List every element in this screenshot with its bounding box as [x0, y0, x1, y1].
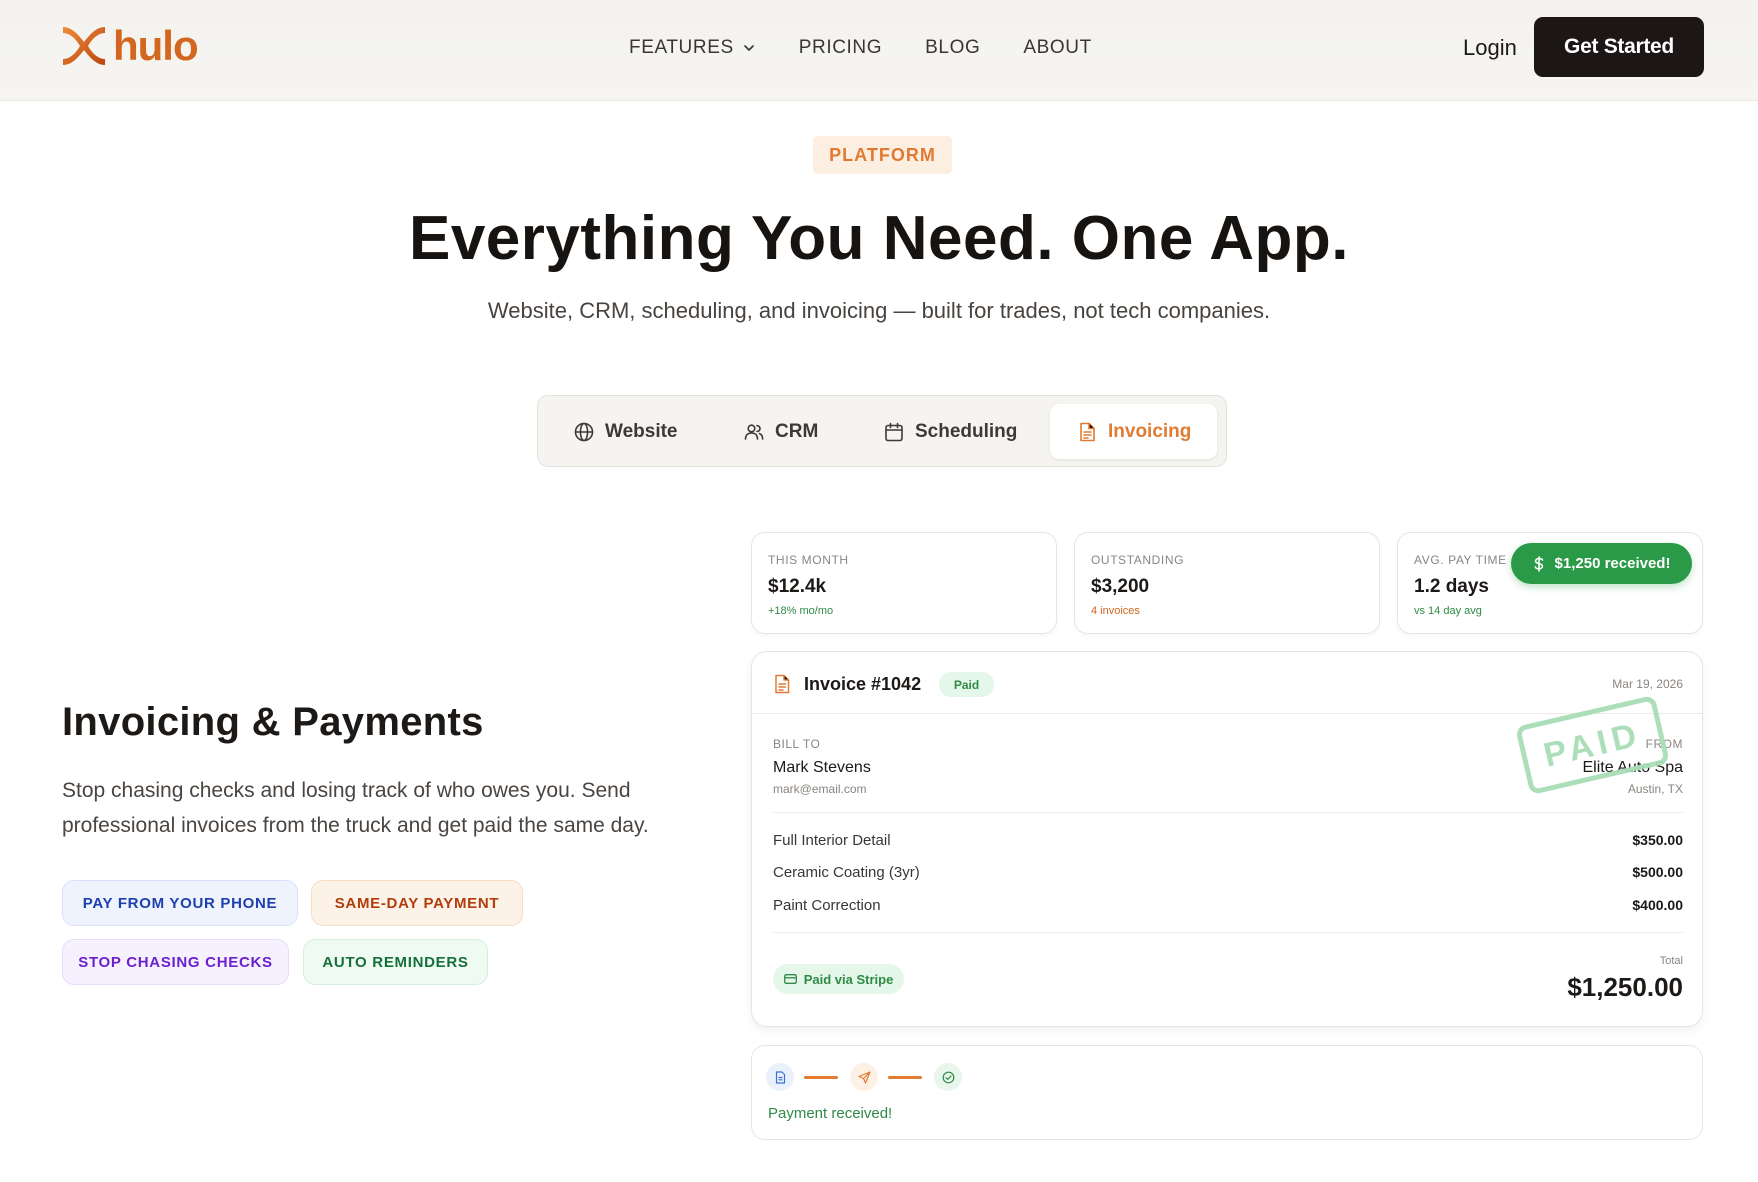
feature-title: Invoicing & Payments: [62, 700, 484, 744]
tab-crm[interactable]: CRM: [743, 404, 818, 459]
chevron-down-icon: [743, 45, 754, 51]
line-item: Paint Correction $400.00: [773, 897, 1683, 914]
tab-invoicing[interactable]: Invoicing: [1050, 404, 1218, 459]
stat-label: OUTSTANDING: [1091, 553, 1185, 567]
toast-text: $1,250 received!: [1554, 555, 1671, 572]
main-nav: FEATURES PRICING BLOG ABOUT: [629, 37, 1092, 59]
stat-value: $12.4k: [768, 576, 827, 597]
from-location: Austin, TX: [1627, 782, 1683, 796]
pill-pay-from-phone: PAY FROM YOUR PHONE: [62, 880, 298, 926]
tab-website-label: Website: [605, 420, 678, 442]
globe-icon: [574, 422, 594, 441]
logo-icon: [63, 27, 105, 65]
bill-to-label: BILL TO: [773, 737, 821, 751]
nav-features-label: FEATURES: [629, 37, 734, 58]
payment-progress-card: Payment received!: [751, 1045, 1703, 1140]
tab-website[interactable]: Website: [573, 404, 678, 459]
line-item-name: Ceramic Coating (3yr): [773, 864, 920, 881]
pill-auto-reminders: AUTO REMINDERS: [303, 939, 488, 985]
stat-label: AVG. PAY TIME: [1414, 553, 1507, 567]
stat-sub: 4 invoices: [1091, 605, 1140, 617]
nav-features[interactable]: FEATURES: [629, 37, 756, 59]
total-label: Total: [1659, 955, 1683, 967]
invoice-header: Invoice #1042 Paid Mar 19, 2026: [752, 652, 1702, 714]
step-paid: [934, 1063, 962, 1091]
send-icon: [857, 1070, 871, 1084]
bill-to-name: Mark Stevens: [773, 759, 871, 776]
line-item-amount: $500.00: [1632, 864, 1683, 880]
step-connector: [888, 1076, 922, 1079]
step-created: [766, 1063, 794, 1091]
dollar-icon: [1534, 555, 1543, 572]
stat-card-this-month: THIS MONTH $12.4k +18% mo/mo: [751, 532, 1057, 634]
paid-via-stripe-badge: Paid via Stripe: [773, 964, 904, 994]
line-item: Ceramic Coating (3yr) $500.00: [773, 864, 1683, 881]
stat-sub: vs 14 day avg: [1414, 605, 1482, 617]
line-item-amount: $350.00: [1632, 832, 1683, 848]
line-item: Full Interior Detail $350.00: [773, 832, 1683, 849]
nav-pricing[interactable]: PRICING: [799, 37, 882, 59]
tab-scheduling[interactable]: Scheduling: [883, 404, 1017, 459]
progress-message: Payment received!: [768, 1105, 893, 1122]
nav-blog[interactable]: BLOG: [925, 37, 980, 59]
invoice-date: Mar 19, 2026: [1612, 677, 1683, 691]
invoice-total: $1,250.00: [1567, 972, 1683, 1002]
calendar-icon: [885, 422, 903, 441]
step-sent: [850, 1063, 878, 1091]
get-started-button[interactable]: Get Started: [1534, 17, 1704, 77]
tab-crm-label: CRM: [775, 420, 819, 442]
stat-label: THIS MONTH: [768, 553, 849, 567]
feature-description: Stop chasing checks and losing track of …: [62, 779, 649, 837]
hero-subtitle: Website, CRM, scheduling, and invoicing …: [487, 298, 1271, 323]
stat-value: 1.2 days: [1414, 576, 1489, 597]
nav-about[interactable]: ABOUT: [1023, 37, 1091, 59]
payment-method: Paid via Stripe: [803, 971, 894, 987]
document-icon: [775, 674, 790, 694]
stat-card-outstanding: OUTSTANDING $3,200 4 invoices: [1074, 532, 1380, 634]
feature-tabs: Website CRM Scheduling Invoicing: [537, 395, 1227, 467]
logo[interactable]: hulo: [61, 22, 199, 69]
login-link[interactable]: Login: [1463, 35, 1517, 61]
invoice-card: Invoice #1042 Paid Mar 19, 2026 BILL TO …: [751, 651, 1703, 1027]
pill-same-day-payment: SAME-DAY PAYMENT: [311, 880, 523, 926]
bill-to-email: mark@email.com: [773, 782, 867, 796]
tab-scheduling-label: Scheduling: [915, 420, 1018, 442]
divider: [773, 932, 1683, 933]
line-item-amount: $400.00: [1632, 897, 1683, 913]
document-icon: [1080, 422, 1095, 441]
line-item-name: Paint Correction: [773, 897, 881, 914]
card-icon: [783, 974, 797, 984]
logo-text: hulo: [113, 22, 199, 69]
invoice-status-badge: Paid: [939, 672, 994, 697]
platform-badge: PLATFORM: [813, 136, 952, 174]
stat-sub: +18% mo/mo: [768, 605, 834, 617]
line-item-name: Full Interior Detail: [773, 832, 891, 849]
users-icon: [744, 423, 764, 440]
check-circle-icon: [942, 1071, 954, 1083]
payment-received-toast: $1,250 received!: [1511, 543, 1692, 584]
invoice-title: Invoice #1042: [804, 674, 922, 694]
tab-invoicing-label: Invoicing: [1108, 420, 1192, 442]
pill-stop-chasing-checks: STOP CHASING CHECKS: [62, 939, 289, 985]
site-header: hulo FEATURES PRICING BLOG ABOUT Login G…: [0, 0, 1758, 101]
document-icon: [775, 1070, 785, 1084]
step-connector: [804, 1076, 838, 1079]
hero-title: Everything You Need. One App.: [408, 204, 1350, 273]
stat-value: $3,200: [1091, 576, 1150, 597]
divider: [773, 812, 1683, 813]
